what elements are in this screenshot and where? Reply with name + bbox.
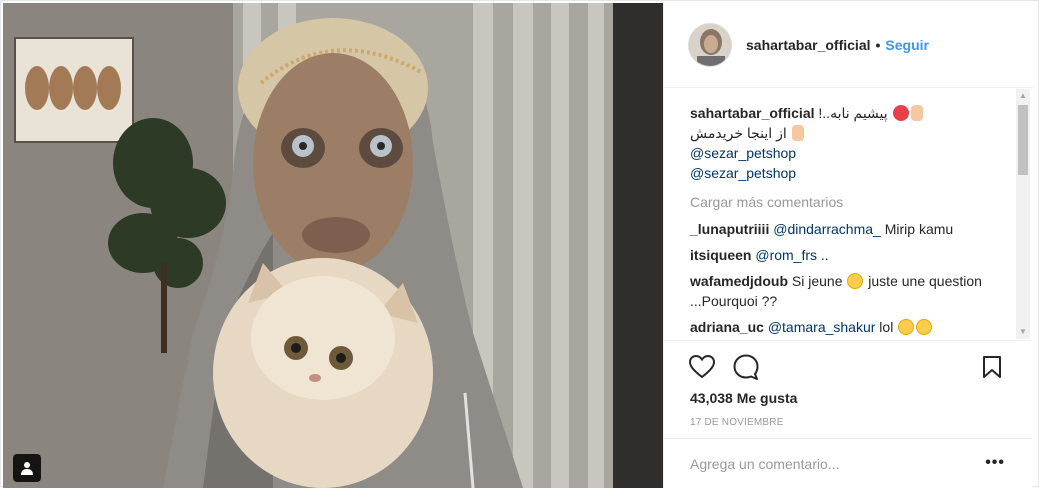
comment-username-link[interactable]: _lunaputriiii <box>690 221 769 237</box>
scroll-down-arrow-icon[interactable]: ▼ <box>1016 325 1030 339</box>
load-more-comments-button[interactable]: Cargar más comentarios <box>690 193 1016 211</box>
caption-line-2: از اینجا خریدمش <box>690 123 1016 143</box>
comment-mention-link[interactable]: @dindarrachma_ <box>773 221 881 237</box>
caption-username-link[interactable]: sahartabar_official <box>690 105 815 121</box>
caption-mention-link[interactable]: @sezar_petshop <box>690 165 796 181</box>
follow-button[interactable]: Seguir <box>885 37 929 53</box>
caption-text-1: !..پیشیم نابه <box>818 105 888 121</box>
caption-line-1: sahartabar_official !..پیشیم نابه <box>690 103 1016 123</box>
sad-face-emoji-icon <box>847 273 864 289</box>
comment-text: lol <box>875 319 898 335</box>
comment-item: _lunaputriiii @dindarrachma_ Mirip kamu <box>690 219 1016 239</box>
comment-item: itsiqueen @rom_frs .. <box>690 245 1016 265</box>
comment-mention-link[interactable]: @tamara_shakur <box>768 319 876 335</box>
more-options-button[interactable]: ••• <box>985 454 1005 472</box>
comment-mention-link[interactable]: @rom_frs <box>755 247 817 263</box>
comment-icon <box>733 354 759 380</box>
avatar[interactable] <box>688 23 732 67</box>
caption-mention-link[interactable]: @sezar_petshop <box>690 145 796 161</box>
caption-mention-line: @sezar_petshop <box>690 163 1016 183</box>
post-photo[interactable] <box>3 3 663 488</box>
add-comment-input[interactable] <box>690 455 960 472</box>
avatar-image <box>689 24 731 66</box>
tongue-emoji-icon <box>892 105 909 121</box>
user-tag-icon <box>21 462 33 475</box>
comment-text: .. <box>817 247 829 263</box>
hand-emoji-icon <box>910 105 923 121</box>
likes-count[interactable]: 43,038 Me gusta <box>690 390 797 406</box>
caption-text-2: از اینجا خریدمش <box>690 125 787 141</box>
comment-button[interactable] <box>732 353 760 381</box>
add-comment-bar: ••• <box>664 438 1033 488</box>
caption-mention-line: @sezar_petshop <box>690 143 1016 163</box>
laughing-emoji-icon <box>898 319 915 335</box>
instagram-post-window: sahartabar_official • Seguir sahartabar_… <box>0 0 1039 488</box>
save-button[interactable] <box>978 353 1006 381</box>
bookmark-icon <box>983 356 1001 378</box>
post-actions-bar <box>664 340 1033 390</box>
comment-item: adriana_uc @tamara_shakur lol <box>690 317 1016 337</box>
comment-text: Mirip kamu <box>880 221 954 237</box>
heart-icon <box>689 355 715 379</box>
comment-username-link[interactable]: itsiqueen <box>690 247 751 263</box>
comment-item: wafamedjdoub Si jeune juste une question… <box>690 271 1016 311</box>
post-date[interactable]: 17 DE NOVIEMBRE <box>690 417 784 428</box>
scrollbar-thumb[interactable] <box>1018 105 1028 175</box>
comment-text: Si jeune <box>791 273 843 289</box>
post-photo-image <box>3 3 663 488</box>
clapping-emoji-icon <box>916 319 933 335</box>
scroll-up-arrow-icon[interactable]: ▲ <box>1016 89 1030 103</box>
header-separator: • <box>875 37 881 53</box>
comment-username-link[interactable]: adriana_uc <box>690 319 764 335</box>
pointing-down-emoji-icon <box>791 125 804 141</box>
user-tag-button[interactable] <box>13 454 41 482</box>
comment-username-link[interactable]: wafamedjdoub <box>690 273 788 289</box>
header-username-link[interactable]: sahartabar_official <box>746 37 871 53</box>
post-header: sahartabar_official • Seguir <box>664 3 1033 88</box>
like-button[interactable] <box>688 353 716 381</box>
post-side-panel: sahartabar_official • Seguir sahartabar_… <box>663 3 1033 488</box>
comments-list: sahartabar_official !..پیشیم نابه از این… <box>664 89 1016 339</box>
comments-scrollbar[interactable]: ▲ ▼ <box>1016 89 1030 339</box>
